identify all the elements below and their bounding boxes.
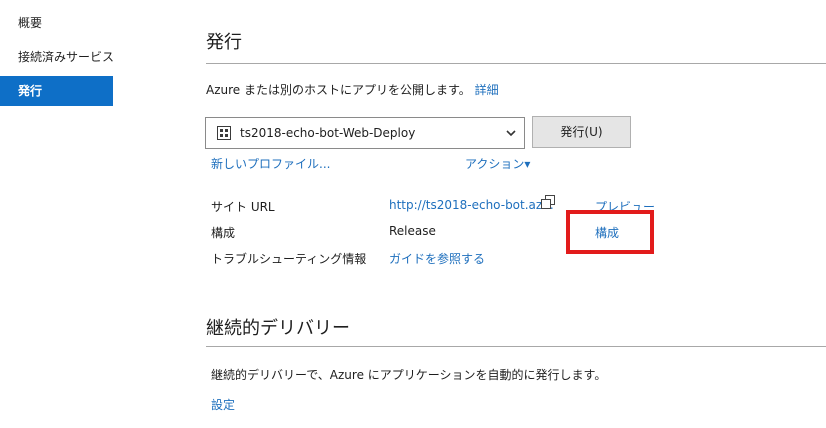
configuration-value: Release: [389, 224, 436, 238]
profile-name: ts2018-echo-bot-Web-Deploy: [240, 126, 416, 140]
configuration-label: 構成: [211, 226, 236, 240]
publish-button[interactable]: 発行(U): [532, 116, 631, 148]
settings-link[interactable]: 設定: [211, 396, 235, 413]
copy-icon[interactable]: [541, 195, 555, 209]
publish-divider: [206, 63, 826, 64]
sidebar: 概要 接続済みサービス 発行: [0, 0, 114, 428]
sidebar-item-connected-services[interactable]: 接続済みサービス: [0, 42, 114, 72]
new-profile-link[interactable]: 新しいプロファイル...: [211, 155, 330, 172]
troubleshooting-label: トラブルシューティング情報: [211, 252, 367, 266]
web-deploy-icon: [217, 126, 231, 140]
sidebar-item-overview[interactable]: 概要: [0, 8, 113, 38]
details-link[interactable]: 詳細: [475, 83, 499, 97]
publish-title: 発行: [206, 32, 242, 53]
highlight-box: [566, 210, 654, 254]
publish-description-line: Azure または別のホストにアプリを公開します。 詳細: [206, 81, 499, 98]
profile-dropdown[interactable]: ts2018-echo-bot-Web-Deploy: [205, 117, 525, 149]
continuous-delivery-divider: [206, 346, 826, 347]
continuous-delivery-title: 継続的デリバリー: [206, 318, 350, 339]
chevron-down-icon: [506, 130, 516, 137]
troubleshooting-guide-link[interactable]: ガイドを参照する: [389, 250, 485, 267]
continuous-delivery-description: 継続的デリバリーで、Azure にアプリケーションを自動的に発行します。: [211, 368, 607, 382]
sidebar-item-publish[interactable]: 発行: [0, 76, 113, 106]
site-url-link[interactable]: http://ts2018-echo-bot.az...: [389, 198, 554, 212]
site-url-label: サイト URL: [211, 200, 275, 214]
actions-link[interactable]: アクション▾: [465, 155, 530, 172]
publish-description: Azure または別のホストにアプリを公開します。: [206, 83, 471, 97]
